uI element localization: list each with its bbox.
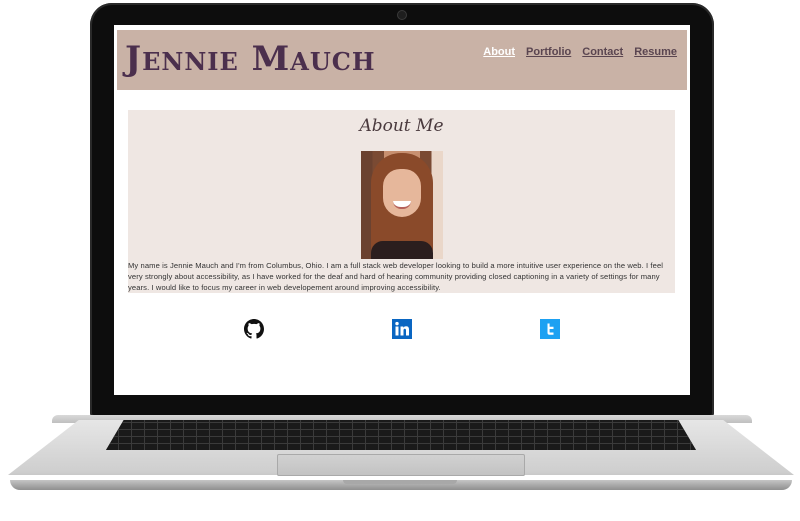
linkedin-icon bbox=[392, 319, 412, 339]
laptop-notch bbox=[343, 480, 457, 484]
about-heading: About Me bbox=[359, 116, 444, 136]
github-link[interactable] bbox=[244, 319, 264, 339]
profile-photo bbox=[361, 151, 443, 259]
linkedin-link[interactable] bbox=[392, 319, 412, 339]
social-links bbox=[114, 319, 690, 343]
twitter-link[interactable] bbox=[540, 319, 560, 339]
github-icon bbox=[244, 319, 264, 339]
camera bbox=[397, 10, 407, 20]
twitter-icon bbox=[540, 319, 560, 339]
bio-text: My name is Jennie Mauch and I'm from Col… bbox=[128, 261, 664, 292]
main-nav: About Portfolio Contact Resume bbox=[483, 46, 677, 58]
laptop-mockup: Jennie Mauch About Portfolio Contact Res… bbox=[0, 0, 800, 521]
nav-link-contact[interactable]: Contact bbox=[582, 46, 623, 58]
nav-link-portfolio[interactable]: Portfolio bbox=[526, 46, 571, 58]
nav-link-resume[interactable]: Resume bbox=[634, 46, 677, 58]
site-title: Jennie Mauch bbox=[125, 39, 376, 79]
laptop-trackpad bbox=[277, 454, 525, 476]
browser-viewport: Jennie Mauch About Portfolio Contact Res… bbox=[114, 25, 690, 395]
site-header: Jennie Mauch About Portfolio Contact Res… bbox=[117, 30, 687, 90]
nav-link-about[interactable]: About bbox=[483, 46, 515, 58]
laptop-keyboard bbox=[106, 420, 696, 450]
about-section: About Me My name is Jennie Mauch and I'm… bbox=[128, 110, 675, 293]
